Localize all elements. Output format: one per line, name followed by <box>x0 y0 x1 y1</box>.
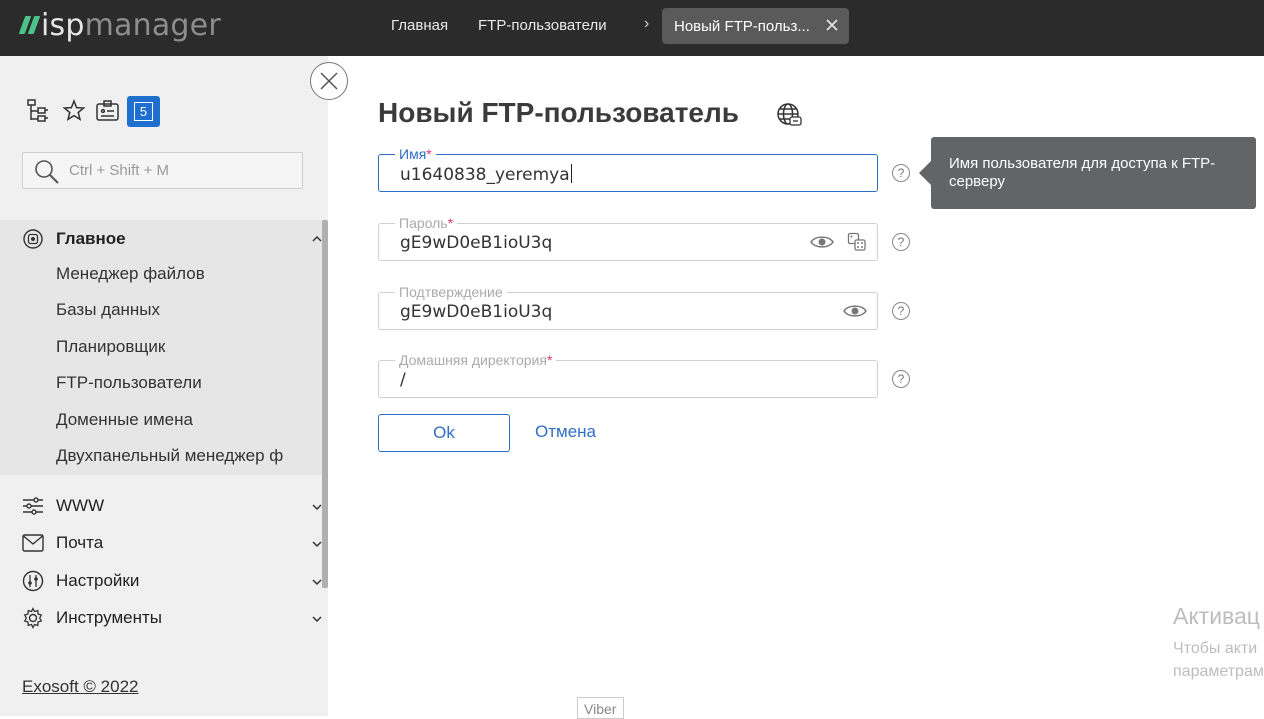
gear-icon <box>23 607 43 629</box>
logo-mark <box>18 16 41 34</box>
chevron-down-icon <box>312 616 322 623</box>
sidebar-group-label: Настройки <box>56 571 140 590</box>
mail-icon <box>22 534 44 552</box>
home-directory-field[interactable]: Домашняя директория* / <box>378 352 878 398</box>
name-help-icon[interactable]: ? <box>892 164 910 182</box>
tab-label: Новый FTP-польз... <box>674 17 810 35</box>
sidebar-search-input[interactable]: Ctrl + Shift + M <box>22 152 303 189</box>
notifications-badge[interactable]: 5 <box>127 96 160 127</box>
sidebar-group-tools[interactable]: Инструменты <box>22 606 322 630</box>
generate-password-dice-icon[interactable] <box>847 232 867 252</box>
page-title: Новый FTP-пользователь <box>378 97 739 128</box>
name-field-label: Имя* <box>395 146 436 162</box>
sidebar-group-label: Почта <box>56 533 104 552</box>
password-help-icon[interactable]: ? <box>892 233 910 251</box>
activation-watermark-text: Чтобы акти параметрам <box>1173 640 1264 680</box>
settings-dial-icon <box>22 570 44 592</box>
name-field-value: u1640838_yeremya <box>400 164 572 185</box>
sidebar-item-ftp-users[interactable]: FTP-пользователи <box>56 373 202 393</box>
password-field-value: gE9wD0eB1ioU3q <box>400 233 553 253</box>
sidebar-group-label: Главное <box>56 229 126 248</box>
activation-watermark-title: Активац <box>1173 603 1260 629</box>
sidebar-group-main[interactable]: Главное <box>22 227 322 251</box>
password-field-label: Пароль* <box>395 215 458 231</box>
sidebar-group-settings[interactable]: Настройки <box>22 569 322 593</box>
sidebar-item-scheduler[interactable]: Планировщик <box>56 337 165 357</box>
confirm-help-icon[interactable]: ? <box>892 302 910 320</box>
close-icon[interactable] <box>823 16 841 34</box>
home-directory-label: Домашняя директория* <box>395 352 557 368</box>
sidebar-item-dual-panel-manager[interactable]: Двухпанельный менеджер ф <box>56 446 283 466</box>
tab-new-ftp-user[interactable]: Новый FTP-польз... <box>662 8 849 44</box>
sidebar-group-label: Инструменты <box>56 608 163 627</box>
confirm-password-field[interactable]: Подтверждение gE9wD0eB1ioU3q <box>378 284 878 330</box>
ispmanager-logo[interactable]: ispmanager <box>18 7 221 43</box>
sidebar: 5 Ctrl + Shift + M Главное Менеджер файл… <box>0 56 328 716</box>
home-directory-help-icon[interactable]: ? <box>892 370 910 388</box>
close-icon <box>320 72 338 90</box>
chevron-right-icon: › <box>644 15 650 32</box>
tree-icon[interactable] <box>26 98 52 124</box>
sidebar-group-label: WWW <box>56 496 105 515</box>
breadcrumb-home[interactable]: Главная <box>391 17 448 34</box>
sidebar-group-www[interactable]: WWW <box>22 494 322 518</box>
sidebar-scrollbar[interactable] <box>322 220 328 588</box>
sliders-icon <box>23 497 43 515</box>
name-field[interactable]: Имя* u1640838_yeremya <box>378 146 878 192</box>
sidebar-item-databases[interactable]: Базы данных <box>56 300 160 320</box>
password-field[interactable]: Пароль* gE9wD0eB1ioU3q <box>378 215 878 261</box>
logo-text: ispmanager <box>41 7 221 43</box>
globe-icon[interactable] <box>776 102 802 128</box>
exosoft-footer-link[interactable]: Exosoft © 2022 <box>22 677 139 697</box>
name-tooltip: Имя пользователя для доступа к FTP-серве… <box>931 137 1256 209</box>
clipboard-icon[interactable] <box>95 98 121 124</box>
tooltip-arrow <box>919 161 931 185</box>
home-directory-value: / <box>400 370 406 390</box>
search-placeholder: Ctrl + Shift + M <box>69 162 170 179</box>
show-password-eye-icon[interactable] <box>810 234 834 250</box>
main-globe-icon <box>23 229 43 249</box>
confirm-field-label: Подтверждение <box>395 284 507 300</box>
sidebar-item-domains[interactable]: Доменные имена <box>56 410 193 430</box>
cancel-button[interactable]: Отмена <box>535 422 596 442</box>
breadcrumb-ftp-users[interactable]: FTP-пользователи <box>478 17 607 34</box>
show-confirm-eye-icon[interactable] <box>843 303 867 319</box>
confirm-field-value: gE9wD0eB1ioU3q <box>400 302 553 322</box>
ok-button[interactable]: Ok <box>378 414 510 452</box>
top-bar: ispmanager Главная FTP-пользователи › Но… <box>0 0 1264 56</box>
close-sidebar-button[interactable] <box>310 62 348 100</box>
search-icon <box>35 160 59 184</box>
sidebar-group-mail[interactable]: Почта <box>22 531 322 555</box>
sidebar-item-file-manager[interactable]: Менеджер файлов <box>56 264 205 284</box>
star-icon[interactable] <box>61 98 87 124</box>
